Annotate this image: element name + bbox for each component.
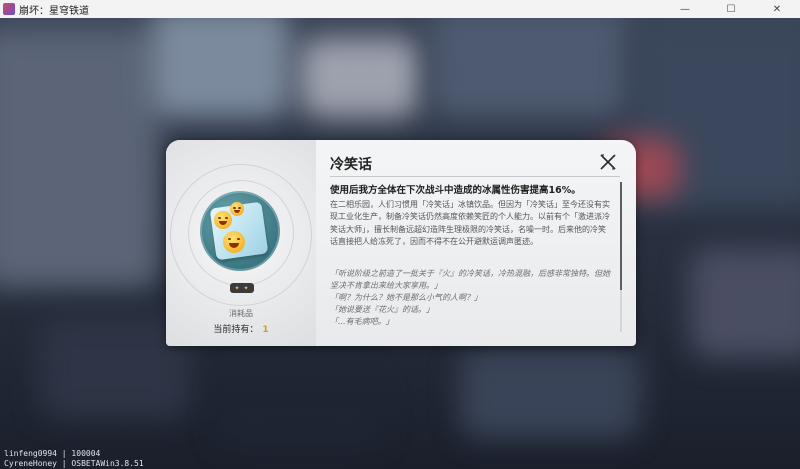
window-title-bar[interactable]: 崩坏：星穹铁道 — ☐ ✕ (0, 0, 800, 19)
build-info-line-2: CyreneHoney | OSBETAWin3.8.51 (4, 459, 144, 468)
owned-count: 当前持有： 1 (166, 322, 316, 335)
window-title: 崩坏：星穹铁道 (19, 5, 89, 17)
quote-line: 「啊？为什么？她不是那么小气的人啊？」 (330, 293, 482, 303)
app-logo-icon (3, 3, 15, 15)
title-divider (330, 176, 620, 177)
item-icon (200, 191, 280, 271)
item-icon-panel: ✦ ✦ 消耗品 当前持有： 1 (166, 140, 316, 346)
quote-line: 「听说阶级之前造了一批关于『火』的冷笑话，冷热混融，后感非常独特。但她坚决不肯拿… (330, 269, 610, 291)
scrollbar-thumb[interactable] (620, 182, 622, 290)
smiley-face-icon (223, 231, 245, 253)
item-detail-dialog: ✦ ✦ 消耗品 当前持有： 1 冷笑话 使用后我方全体在下次战斗中造成的冰属性伤害… (166, 140, 636, 346)
smiley-face-icon (214, 211, 232, 229)
maximize-button[interactable]: ☐ (708, 0, 754, 18)
owned-label: 当前持有： (213, 325, 259, 335)
smiley-face-icon (230, 202, 244, 216)
build-info-line-1: linfeng0994 | 100004 (4, 449, 101, 458)
item-type-label: 消耗品 (229, 309, 253, 318)
quote-line: 「...有毛病吧。」 (330, 317, 394, 327)
quote-line: 「她说要送『花火』的话。」 (330, 305, 434, 315)
item-quote: 「听说阶级之前造了一批关于『火』的冷笑话，冷热混融，后感非常独特。但她坚决不肯拿… (330, 268, 612, 328)
description-scrollbar[interactable] (620, 182, 622, 332)
owned-count-value: 1 (262, 325, 269, 335)
build-info: linfeng0994 | 100004 CyreneHoney | OSBET… (4, 449, 144, 469)
close-dialog-button[interactable] (599, 153, 617, 171)
item-description: 在二相乐园，人们习惯用「冷笑话」冰镇饮品。但因为「冷笑话」至今还没有实现工业化生… (330, 200, 610, 246)
item-effect: 使用后我方全体在下次战斗中造成的冰属性伤害提高16%。 (330, 185, 581, 196)
close-icon (600, 154, 616, 170)
close-window-button[interactable]: ✕ (754, 0, 800, 18)
item-name: 冷笑话 (330, 157, 372, 173)
minimize-button[interactable]: — (662, 0, 708, 18)
rarity-badge: ✦ ✦ (230, 283, 254, 293)
